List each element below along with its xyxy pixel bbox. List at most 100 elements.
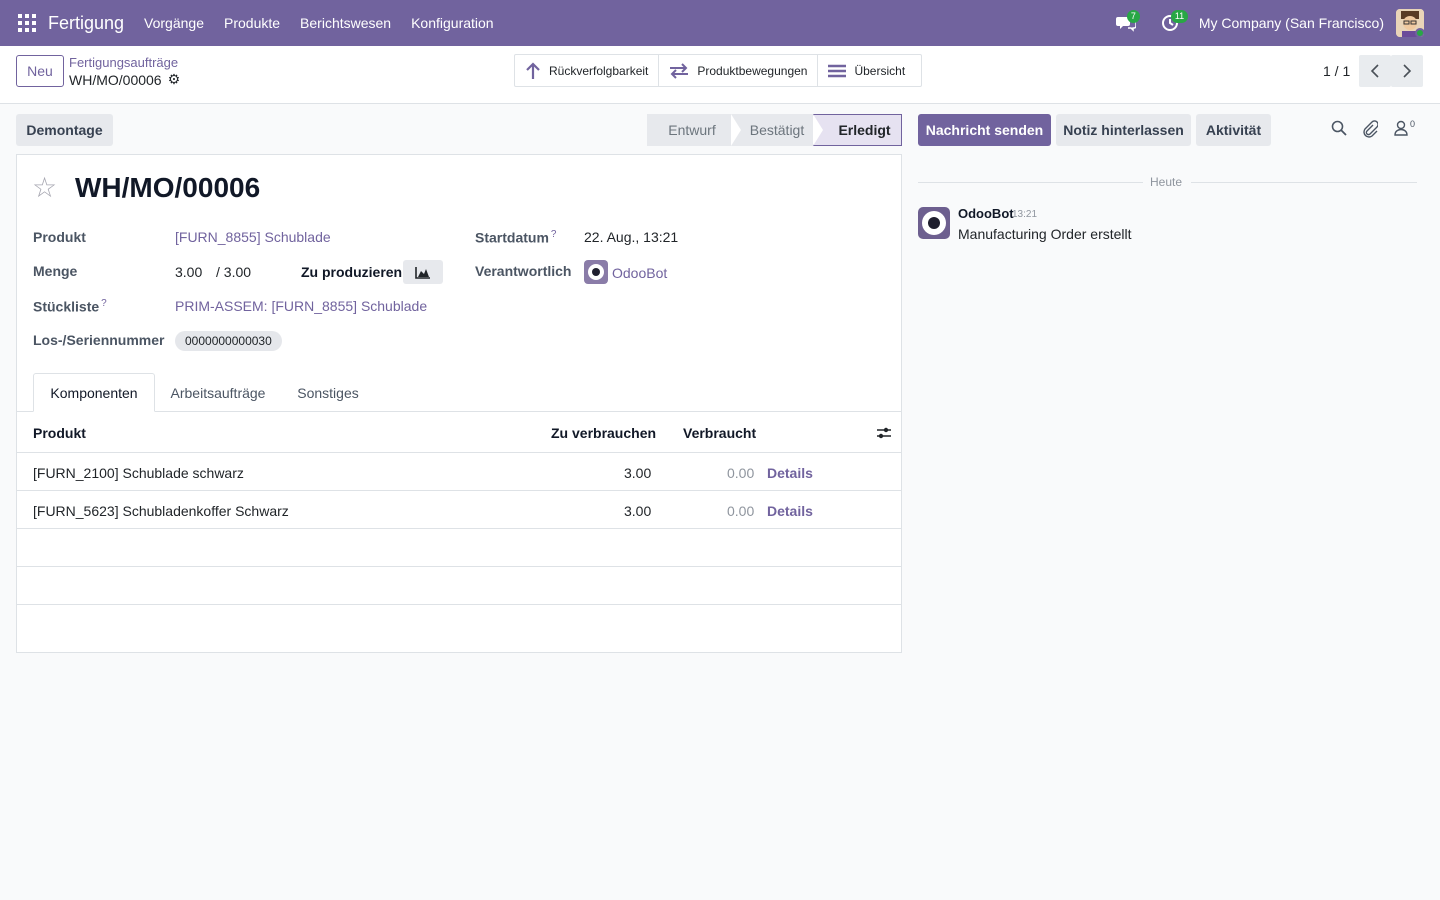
online-status-dot xyxy=(1415,28,1424,37)
tab-work-orders[interactable]: Arbeitsaufträge xyxy=(160,373,276,412)
row-details-button[interactable]: Details xyxy=(767,503,813,519)
breadcrumb-current: WH/MO/00006 ⚙ xyxy=(69,71,180,88)
menu-item-reporting[interactable]: Berichtswesen xyxy=(290,15,401,31)
control-panel: Neu Fertigungsaufträge WH/MO/00006 ⚙ Rüc… xyxy=(0,46,1440,104)
table-row[interactable]: [FURN_5623] Schubladenkoffer Schwarz 3.0… xyxy=(17,491,901,529)
breadcrumb-current-label: WH/MO/00006 xyxy=(69,71,162,88)
row-to-consume: 3.00 xyxy=(624,503,652,519)
messages-button[interactable]: 7 xyxy=(1111,8,1141,38)
activities-badge: 11 xyxy=(1170,10,1189,23)
column-product[interactable]: Produkt xyxy=(33,425,86,441)
help-icon[interactable]: ? xyxy=(101,298,107,309)
product-moves-label: Produktbewegungen xyxy=(697,63,808,78)
user-avatar[interactable] xyxy=(1396,9,1424,37)
help-icon[interactable]: ? xyxy=(551,229,557,240)
row-consumed: 0.00 xyxy=(727,503,755,519)
pager-previous-button[interactable] xyxy=(1359,55,1391,87)
messages-badge: 7 xyxy=(1126,10,1140,23)
status-step-draft-label: Entwurf xyxy=(668,122,716,138)
unbuild-button[interactable]: Demontage xyxy=(16,114,113,146)
to-produce-label: Zu produzieren xyxy=(301,264,403,280)
responsible-field-label: Verantwortlich xyxy=(475,263,572,279)
row-product: [FURN_2100] Schublade schwarz xyxy=(33,465,244,481)
activities-button[interactable]: 11 xyxy=(1155,8,1189,38)
tab-components[interactable]: Komponenten xyxy=(33,373,155,412)
start-date-field-label: Startdatum? xyxy=(475,229,556,246)
main-menu: Vorgänge Produkte Berichtswesen Konfigur… xyxy=(134,15,504,31)
empty-table-row xyxy=(17,567,901,605)
bom-label-text: Stückliste xyxy=(33,298,100,315)
paperclip-icon[interactable] xyxy=(1362,120,1378,138)
date-separator-line xyxy=(918,182,1143,183)
column-consumed[interactable]: Verbraucht xyxy=(683,425,756,441)
quantity-field-value[interactable]: 3.00 xyxy=(175,264,202,280)
status-bar: Entwurf Bestätigt Erledigt xyxy=(647,114,902,146)
quantity-field-label: Menge xyxy=(33,263,78,279)
arrows-exchange-icon xyxy=(670,62,689,79)
bom-field-label: Stückliste? xyxy=(33,298,107,315)
star-icon[interactable]: ☆ xyxy=(32,174,57,202)
date-separator-line xyxy=(1191,182,1417,183)
overview-button[interactable]: Übersicht xyxy=(818,55,921,86)
breadcrumb-parent[interactable]: Fertigungsaufträge xyxy=(69,55,178,70)
message-body: Manufacturing Order erstellt xyxy=(958,226,1132,242)
pager-value[interactable]: 1 / 1 xyxy=(1323,63,1350,79)
chevron-right-icon xyxy=(1403,64,1412,78)
message-author[interactable]: OdooBot xyxy=(958,206,1014,221)
chevron-left-icon xyxy=(1370,64,1379,78)
search-icon[interactable] xyxy=(1331,120,1347,136)
company-switcher[interactable]: My Company (San Francisco) xyxy=(1199,15,1384,31)
row-consumed: 0.00 xyxy=(727,465,755,481)
pager-next-button[interactable] xyxy=(1391,55,1423,87)
row-to-consume: 3.00 xyxy=(624,465,652,481)
forecast-chart-button[interactable] xyxy=(403,260,443,284)
bars-icon xyxy=(828,64,847,77)
top-navbar: Fertigung Vorgänge Produkte Berichtswese… xyxy=(0,0,1440,46)
responsible-value[interactable]: OdooBot xyxy=(612,265,667,281)
status-separator xyxy=(731,114,741,146)
person-icon[interactable] xyxy=(1394,120,1408,136)
quantity-total-value: / 3.00 xyxy=(216,264,252,280)
message-author-avatar[interactable] xyxy=(918,207,950,239)
new-button[interactable]: Neu xyxy=(16,55,64,87)
product-field-label: Produkt xyxy=(33,229,86,245)
gear-icon[interactable]: ⚙ xyxy=(168,71,181,88)
components-table-header: Produkt Zu verbrauchen Verbraucht xyxy=(17,412,901,453)
sliders-icon[interactable] xyxy=(876,425,892,441)
product-moves-button[interactable]: Produktbewegungen xyxy=(659,55,819,86)
start-date-value[interactable]: 22. Aug., 13:21 xyxy=(584,229,678,245)
activity-button[interactable]: Aktivität xyxy=(1196,114,1271,146)
column-to-consume[interactable]: Zu verbrauchen xyxy=(551,425,656,441)
record-title: WH/MO/00006 xyxy=(75,172,261,203)
table-row[interactable]: [FURN_2100] Schublade schwarz 3.00 0.00 … xyxy=(17,453,901,491)
status-step-draft[interactable]: Entwurf xyxy=(647,114,731,146)
status-step-confirmed[interactable]: Bestätigt xyxy=(731,114,813,146)
row-product: [FURN_5623] Schubladenkoffer Schwarz xyxy=(33,503,289,519)
menu-item-operations[interactable]: Vorgänge xyxy=(134,15,214,31)
product-field-value[interactable]: [FURN_8855] Schublade xyxy=(175,229,331,245)
status-step-done-label: Erledigt xyxy=(838,122,891,138)
app-name[interactable]: Fertigung xyxy=(48,13,124,34)
apps-grid-icon[interactable] xyxy=(18,14,36,32)
row-details-button[interactable]: Details xyxy=(767,465,813,481)
log-note-button[interactable]: Notiz hinterlassen xyxy=(1056,114,1191,146)
followers-count: 0 xyxy=(1410,119,1416,129)
navbar-systray: 7 11 My Company (San Francisco) xyxy=(1111,0,1440,46)
bom-field-value[interactable]: PRIM-ASSEM: [FURN_8855] Schublade xyxy=(175,298,427,314)
area-chart-icon xyxy=(415,266,430,279)
arrow-up-icon xyxy=(526,61,540,79)
menu-item-products[interactable]: Produkte xyxy=(214,15,290,31)
traceability-label: Rückverfolgbarkeit xyxy=(549,63,649,78)
lot-serial-tag[interactable]: 0000000000030 xyxy=(175,331,282,351)
status-separator xyxy=(813,114,823,146)
responsible-avatar xyxy=(584,260,608,284)
date-separator: Heute xyxy=(1150,175,1183,189)
overview-label: Übersicht xyxy=(854,63,906,78)
send-message-button[interactable]: Nachricht senden xyxy=(918,114,1051,146)
traceability-button[interactable]: Rückverfolgbarkeit xyxy=(515,55,660,86)
smart-buttons: Rückverfolgbarkeit Produktbewegungen Übe… xyxy=(514,54,923,87)
lot-field-label: Los-/Seriennummer xyxy=(33,332,165,348)
tab-miscellaneous[interactable]: Sonstiges xyxy=(286,373,370,412)
menu-item-configuration[interactable]: Konfiguration xyxy=(401,15,504,31)
status-step-done[interactable]: Erledigt xyxy=(813,114,902,146)
